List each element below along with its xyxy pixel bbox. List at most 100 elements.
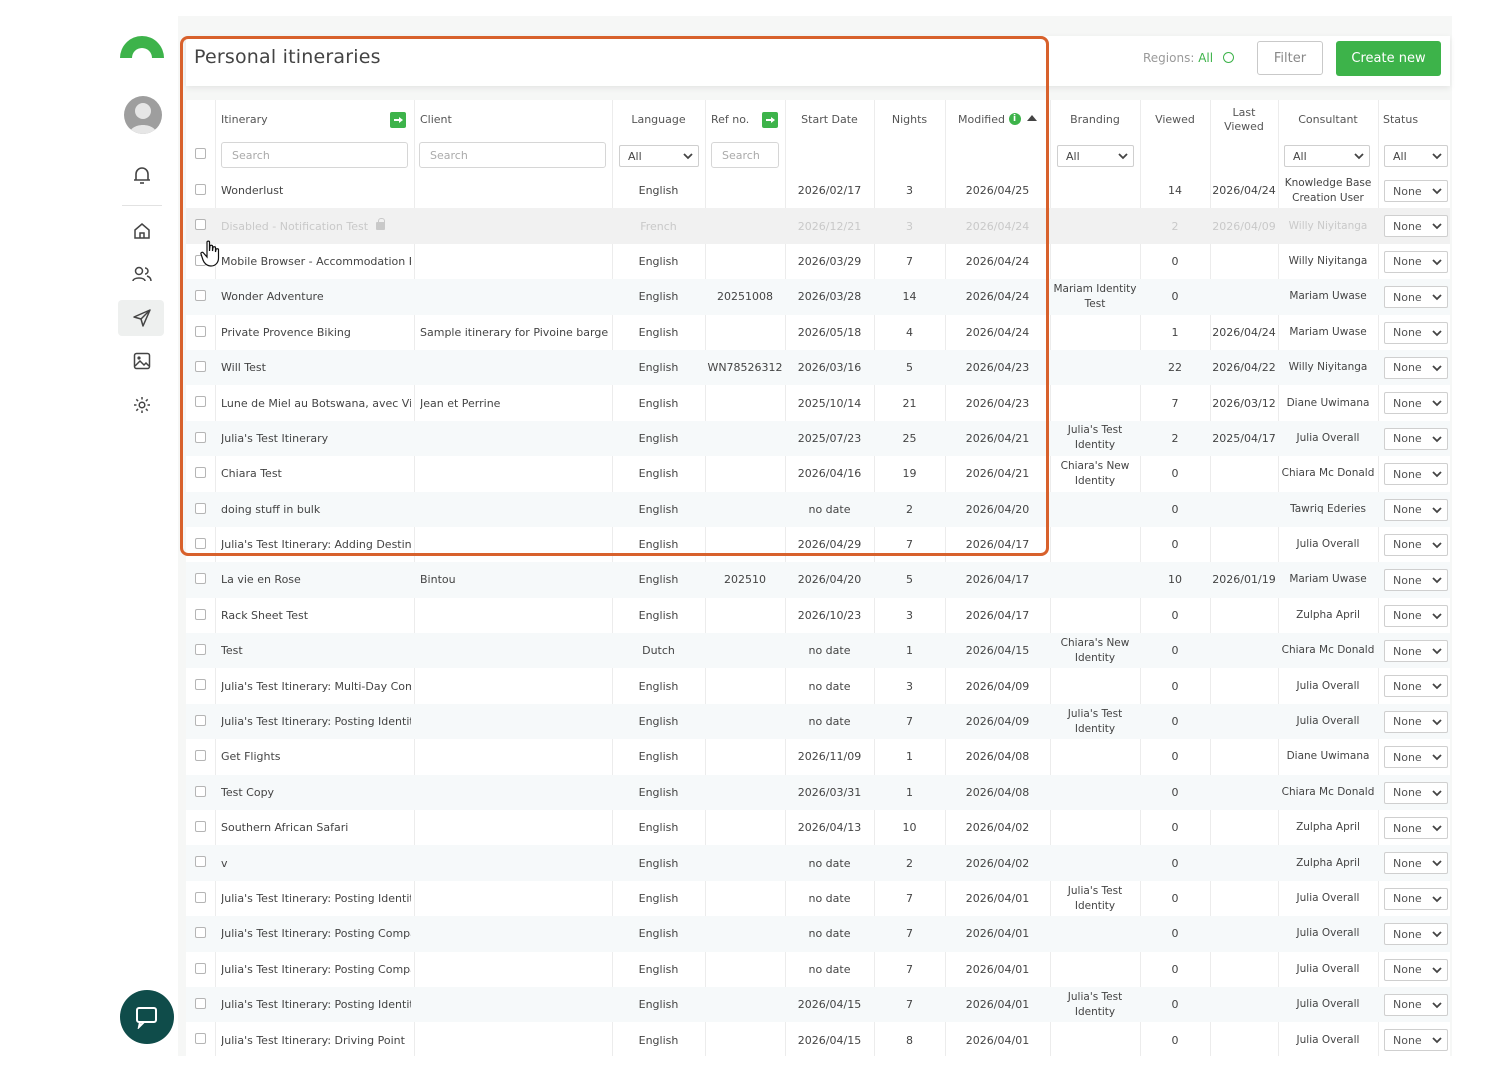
table-row[interactable]: v English no date 2 2026/04/02 0 Zulpha April N… (186, 845, 1450, 881)
table-row[interactable]: Wonder Adventure English 20251008 2026/03/2… (186, 279, 1450, 315)
col-header-last-viewed[interactable]: Last Viewed (1218, 106, 1270, 134)
row-status-select[interactable]: None (1384, 463, 1448, 486)
export-icon[interactable] (390, 112, 406, 128)
table-row[interactable]: Julia's Test Itinerary: Driving Point Eng… (186, 1022, 1450, 1057)
row-checkbox[interactable] (195, 962, 206, 974)
table-row[interactable]: Lune de Miel au Botswana, avec Victor...… (186, 385, 1450, 420)
col-header-itinerary[interactable]: Itinerary (221, 113, 268, 127)
chat-icon[interactable] (120, 990, 174, 1044)
table-row[interactable]: Julia's Test Itinerary: Posting Identity… (186, 881, 1450, 916)
row-checkbox[interactable] (195, 184, 206, 195)
cell-itinerary[interactable]: Will Test (221, 361, 266, 374)
row-checkbox[interactable] (195, 1033, 206, 1045)
row-status-select[interactable]: None (1384, 427, 1448, 450)
gear-icon[interactable] (126, 389, 158, 421)
table-row[interactable]: La vie en Rose Bintou English 202510 2026/04… (186, 562, 1450, 598)
row-status-select[interactable]: None (1384, 250, 1448, 273)
row-status-select[interactable]: None (1384, 993, 1448, 1016)
cell-itinerary[interactable]: Julia's Test Itinerary: Adding Destinati… (221, 538, 411, 551)
avatar-icon[interactable] (124, 96, 162, 134)
cell-itinerary[interactable]: Wonderlust (221, 184, 283, 197)
table-row[interactable]: Rack Sheet Test English 2026/10/23 3 2026/04… (186, 598, 1450, 633)
row-status-select[interactable]: None (1384, 392, 1448, 415)
row-status-select[interactable]: None (1384, 604, 1448, 627)
col-header-ref[interactable]: Ref no. (711, 113, 749, 127)
cell-itinerary[interactable]: Private Provence Biking (221, 326, 351, 339)
cell-itinerary[interactable]: Get Flights (221, 750, 281, 763)
info-icon[interactable] (1222, 52, 1234, 63)
row-status-select[interactable]: None (1384, 817, 1448, 840)
table-row[interactable]: Julia's Test Itinerary: Posting Company.… (186, 952, 1450, 987)
export-icon[interactable] (762, 112, 778, 128)
cell-itinerary[interactable]: Julia's Test Itinerary: Posting Identity… (221, 715, 411, 728)
row-status-select[interactable]: None (1384, 675, 1448, 698)
logo-icon[interactable] (118, 34, 166, 60)
table-row[interactable]: Mobile Browser - Accommodation Roo... Eng… (186, 244, 1450, 279)
cell-itinerary[interactable]: Chiara Test (221, 467, 282, 480)
table-row[interactable]: Chiara Test English 2026/04/16 19 2026/04/21… (186, 456, 1450, 491)
col-header-client[interactable]: Client (420, 113, 452, 127)
cell-itinerary[interactable]: v (221, 857, 228, 870)
branding-select[interactable]: All (1057, 145, 1134, 167)
home-icon[interactable] (126, 215, 158, 247)
row-status-select[interactable]: None (1384, 746, 1448, 769)
cell-itinerary[interactable]: Julia's Test Itinerary: Multi-Day Comp..… (221, 680, 411, 693)
cell-itinerary[interactable]: Julia's Test Itinerary: Posting Company.… (221, 963, 411, 976)
send-icon[interactable] (126, 302, 158, 334)
row-checkbox[interactable] (195, 821, 206, 833)
cell-itinerary[interactable]: Test Copy (221, 786, 274, 799)
row-checkbox[interactable] (195, 573, 206, 585)
cell-itinerary[interactable]: Julia's Test Itinerary: Driving Point (221, 1034, 405, 1047)
row-checkbox[interactable] (195, 360, 206, 372)
row-status-select[interactable]: None (1384, 852, 1448, 875)
cell-itinerary[interactable]: Rack Sheet Test (221, 609, 308, 622)
cell-itinerary[interactable]: Mobile Browser - Accommodation Roo... (221, 255, 411, 268)
cell-itinerary[interactable]: Lune de Miel au Botswana, avec Victor... (221, 397, 411, 410)
row-checkbox[interactable] (195, 219, 206, 231)
consultant-select[interactable]: All (1284, 145, 1370, 167)
status-select[interactable]: All (1384, 145, 1448, 167)
info-icon[interactable] (1008, 112, 1021, 126)
row-checkbox[interactable] (195, 644, 206, 656)
row-checkbox[interactable] (195, 714, 206, 726)
row-checkbox[interactable] (195, 785, 206, 797)
row-status-select[interactable]: None (1384, 569, 1448, 592)
cell-itinerary[interactable]: Julia's Test Itinerary: Posting Identity… (221, 892, 411, 905)
row-checkbox[interactable] (195, 537, 206, 549)
bell-icon[interactable] (126, 159, 158, 191)
row-checkbox[interactable] (195, 927, 206, 939)
table-row[interactable]: Test Dutch no date 1 2026/04/15 Chiara's New … (186, 633, 1450, 669)
row-checkbox[interactable] (195, 467, 206, 479)
row-status-select[interactable]: None (1384, 498, 1448, 521)
itinerary-search-input[interactable]: Search (221, 142, 408, 168)
col-header-nights[interactable]: Nights (874, 113, 945, 127)
filter-button[interactable]: Filter (1257, 41, 1323, 75)
row-checkbox[interactable] (195, 679, 206, 691)
cell-itinerary[interactable]: Disabled - Notification Test (221, 220, 368, 233)
table-row[interactable]: Julia's Test Itinerary: Posting Company.… (186, 916, 1450, 952)
table-row[interactable]: Julia's Test Itinerary English 2025/07/23 2… (186, 420, 1450, 457)
table-row[interactable]: Julia's Test Itinerary: Posting Identity… (186, 986, 1450, 1023)
table-row[interactable]: Julia's Test Itinerary: Posting Identity… (186, 703, 1450, 740)
row-checkbox[interactable] (195, 290, 206, 302)
cell-itinerary[interactable]: La vie en Rose (221, 573, 301, 586)
col-header-status[interactable]: Status (1383, 113, 1418, 127)
row-status-select[interactable]: None (1384, 923, 1448, 946)
row-status-select[interactable]: None (1384, 533, 1448, 556)
row-checkbox[interactable] (195, 997, 206, 1009)
sort-asc-icon[interactable] (1026, 115, 1037, 121)
create-new-button[interactable]: Create new (1336, 41, 1441, 76)
row-status-select[interactable]: None (1384, 321, 1448, 344)
row-checkbox[interactable] (195, 750, 206, 762)
cell-itinerary[interactable]: Julia's Test Itinerary: Posting Company.… (221, 927, 411, 940)
row-checkbox[interactable] (195, 502, 206, 514)
col-header-start-date[interactable]: Start Date (785, 113, 874, 127)
row-status-select[interactable]: None (1384, 356, 1448, 379)
row-status-select[interactable]: None (1384, 781, 1448, 804)
col-header-branding[interactable]: Branding (1050, 113, 1140, 127)
row-checkbox[interactable] (195, 396, 206, 408)
table-row[interactable]: Get Flights English 2026/11/09 1 2026/04/08 0… (186, 739, 1450, 774)
row-status-select[interactable]: None (1384, 887, 1448, 910)
row-status-select[interactable]: None (1384, 640, 1448, 663)
row-status-select[interactable]: None (1384, 1029, 1448, 1052)
